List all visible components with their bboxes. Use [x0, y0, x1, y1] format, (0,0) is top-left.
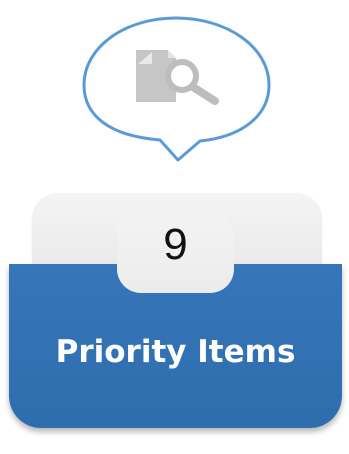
card-label: Priority Items: [55, 334, 296, 370]
speech-bubble: [82, 16, 271, 162]
priority-count: 9: [163, 220, 188, 269]
count-tab: 9: [117, 211, 234, 293]
